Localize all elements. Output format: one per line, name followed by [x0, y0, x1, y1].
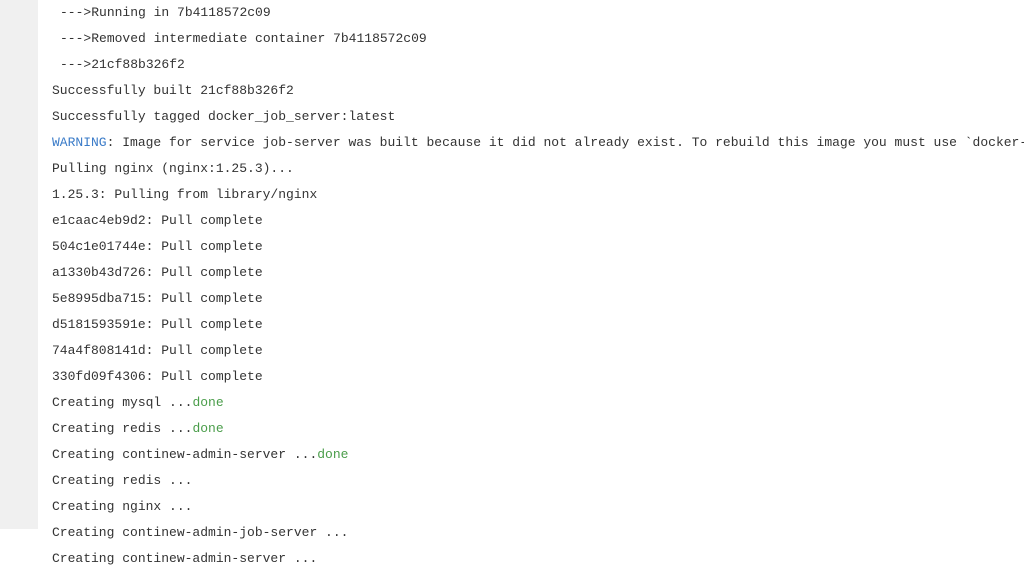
log-line: Pulling nginx (nginx:1.25.3)...: [52, 156, 1024, 182]
log-line: Creating mysql ... done: [52, 390, 1024, 416]
pulling-nginx-text: Pulling nginx (nginx:1.25.3)...: [52, 156, 294, 182]
log-line: d5181593591e: Pull complete: [52, 312, 1024, 338]
arrow-prefix: --->: [60, 0, 91, 26]
log-line: ---> Removed intermediate container 7b41…: [52, 26, 1024, 52]
line-gutter: [0, 0, 38, 529]
log-line: e1caac4eb9d2: Pull complete: [52, 208, 1024, 234]
log-line: Creating continew-admin-server ... done: [52, 442, 1024, 468]
arrow-prefix: --->: [60, 26, 91, 52]
log-line: 5e8995dba715: Pull complete: [52, 286, 1024, 312]
log-text: Running in 7b4118572c09: [91, 0, 270, 26]
build-success-text: Successfully built 21cf88b326f2: [52, 78, 294, 104]
pulling-from-text: 1.25.3: Pulling from library/nginx: [52, 182, 317, 208]
warning-label: WARNING: [52, 130, 107, 156]
done-status: done: [317, 442, 348, 468]
log-line: Successfully tagged docker_job_server:la…: [52, 104, 1024, 130]
log-line: Creating nginx ...: [52, 494, 1024, 520]
log-line: Creating continew-admin-server ...: [52, 546, 1024, 572]
arrow-prefix: --->: [60, 52, 91, 78]
log-line-warning: WARNING : Image for service job-server w…: [52, 130, 1024, 156]
log-line: 74a4f808141d: Pull complete: [52, 338, 1024, 364]
creating-text: Creating nginx ...: [52, 494, 192, 520]
log-line: ---> 21cf88b326f2: [52, 52, 1024, 78]
log-line: Successfully built 21cf88b326f2: [52, 78, 1024, 104]
pull-complete-text: d5181593591e: Pull complete: [52, 312, 263, 338]
log-text: Removed intermediate container 7b4118572…: [91, 26, 426, 52]
log-text: 21cf88b326f2: [91, 52, 185, 78]
log-line: 1.25.3: Pulling from library/nginx: [52, 182, 1024, 208]
creating-text: Creating continew-admin-job-server ...: [52, 520, 348, 546]
log-line: 504c1e01744e: Pull complete: [52, 234, 1024, 260]
pull-complete-text: 74a4f808141d: Pull complete: [52, 338, 263, 364]
creating-text: Creating continew-admin-server ...: [52, 546, 317, 572]
log-line: a1330b43d726: Pull complete: [52, 260, 1024, 286]
log-line: Creating redis ... done: [52, 416, 1024, 442]
log-line: ---> Running in 7b4118572c09: [52, 0, 1024, 26]
done-status: done: [192, 390, 223, 416]
pull-complete-text: a1330b43d726: Pull complete: [52, 260, 263, 286]
creating-text: Creating redis ...: [52, 468, 192, 494]
creating-text: Creating mysql ...: [52, 390, 192, 416]
pull-complete-text: 330fd09f4306: Pull complete: [52, 364, 263, 390]
pull-complete-text: e1caac4eb9d2: Pull complete: [52, 208, 263, 234]
log-line: Creating continew-admin-job-server ...: [52, 520, 1024, 546]
creating-text: Creating continew-admin-server ...: [52, 442, 317, 468]
pull-complete-text: 5e8995dba715: Pull complete: [52, 286, 263, 312]
pull-complete-text: 504c1e01744e: Pull complete: [52, 234, 263, 260]
warning-text: : Image for service job-server was built…: [107, 130, 1024, 156]
log-line: Creating redis ...: [52, 468, 1024, 494]
log-line: 330fd09f4306: Pull complete: [52, 364, 1024, 390]
tag-success-text: Successfully tagged docker_job_server:la…: [52, 104, 395, 130]
done-status: done: [192, 416, 223, 442]
creating-text: Creating redis ...: [52, 416, 192, 442]
terminal-log-output: ---> Running in 7b4118572c09 ---> Remove…: [0, 0, 1024, 572]
